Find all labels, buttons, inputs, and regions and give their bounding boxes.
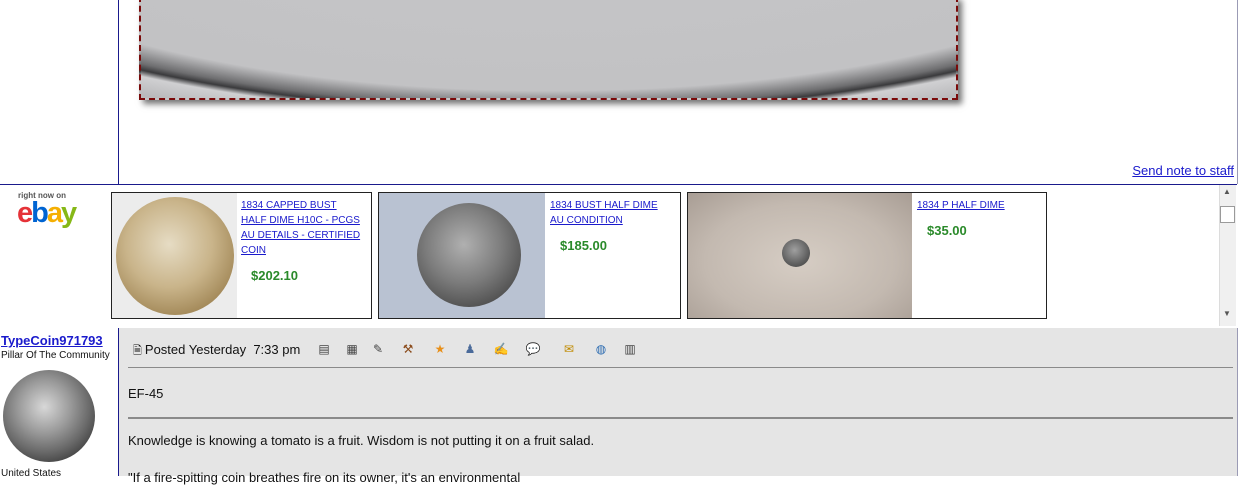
listing-title[interactable]: 1834 P HALF DIME	[917, 198, 1043, 213]
post-header: 🗎 Posted Yesterday 7:33 pm	[133, 342, 300, 361]
ebay-logo-letter: e	[17, 197, 33, 229]
listing-title-line: 1834 P HALF DIME	[917, 200, 1005, 211]
listing-price: $35.00	[927, 223, 967, 238]
chat-icon[interactable]: 💬	[525, 341, 541, 357]
listing-title-line: HALF DIME H10C - PCGS	[241, 215, 360, 226]
coin-image	[417, 203, 521, 307]
print-icon[interactable]: ▥	[622, 341, 638, 357]
listing-price: $202.10	[251, 268, 298, 283]
avatar[interactable]	[3, 370, 95, 462]
listing-title-line: AU DETAILS - CERTIFIED	[241, 230, 361, 241]
post-divider	[128, 367, 1233, 368]
signature-divider	[128, 417, 1233, 419]
sticky-note-icon[interactable]: ✉	[561, 341, 577, 357]
edit-icon[interactable]: ✎	[370, 341, 386, 357]
ebay-logo-letter: a	[46, 197, 63, 229]
coin-image	[116, 197, 234, 315]
ebay-logo-letter: b	[31, 197, 49, 229]
listing-title[interactable]: 1834 CAPPED BUST HALF DIME H10C - PCGS A…	[241, 198, 369, 258]
hammer-icon[interactable]: ⚒	[400, 341, 416, 357]
author-title: Pillar Of The Community	[1, 350, 110, 361]
listing-price: $185.00	[560, 238, 607, 253]
ebay-listing-card[interactable]: 1834 P HALF DIME $35.00	[687, 192, 1047, 319]
scrollbar-thumb[interactable]	[1220, 206, 1235, 223]
profile-icon[interactable]: ▤	[316, 341, 332, 357]
listing-image[interactable]	[379, 193, 545, 318]
quote-icon[interactable]: ▦	[344, 341, 360, 357]
listing-image[interactable]	[688, 193, 912, 318]
listing-title-line: AU CONDITION	[550, 215, 623, 226]
coin-photo[interactable]	[139, 0, 958, 100]
post-page-icon: 🗎	[133, 345, 145, 357]
author-username-link[interactable]: TypeCoin971793	[1, 333, 103, 348]
listing-title-line: COIN	[241, 245, 266, 256]
send-note-to-staff-link[interactable]: Send note to staff	[1132, 163, 1234, 178]
post-author-cell	[0, 0, 119, 184]
ebay-logo-letter: y	[61, 197, 77, 229]
signature-text: Knowledge is knowing a tomato is a fruit…	[128, 433, 595, 448]
scroll-down-arrow-icon[interactable]: ▼	[1219, 309, 1235, 323]
post-body: EF-45	[128, 386, 164, 401]
buddy-icon[interactable]: ♟	[462, 341, 478, 357]
listing-title-line: 1834 CAPPED BUST	[241, 200, 337, 211]
coin-image	[782, 239, 810, 267]
ebay-listing-card[interactable]: 1834 BUST HALF DIME AU CONDITION $185.00	[378, 192, 681, 319]
globe-icon[interactable]: ◍	[593, 341, 609, 357]
signature-text-line-2: "If a fire-spitting coin breathes fire o…	[128, 470, 521, 485]
posted-timestamp: Posted Yesterday 7:33 pm	[144, 342, 301, 357]
ebay-listing-card[interactable]: 1834 CAPPED BUST HALF DIME H10C - PCGS A…	[111, 192, 372, 319]
scroll-up-arrow-icon[interactable]: ▲	[1219, 187, 1235, 201]
listing-title[interactable]: 1834 BUST HALF DIME AU CONDITION	[550, 198, 678, 228]
listing-title-line: 1834 BUST HALF DIME	[550, 200, 658, 211]
author-location: United States	[1, 468, 62, 479]
notes-icon[interactable]: ✍	[493, 341, 509, 357]
listing-image[interactable]	[112, 193, 237, 318]
ebay-logo[interactable]: ebay	[17, 197, 77, 229]
star-icon[interactable]: ★	[432, 341, 448, 357]
